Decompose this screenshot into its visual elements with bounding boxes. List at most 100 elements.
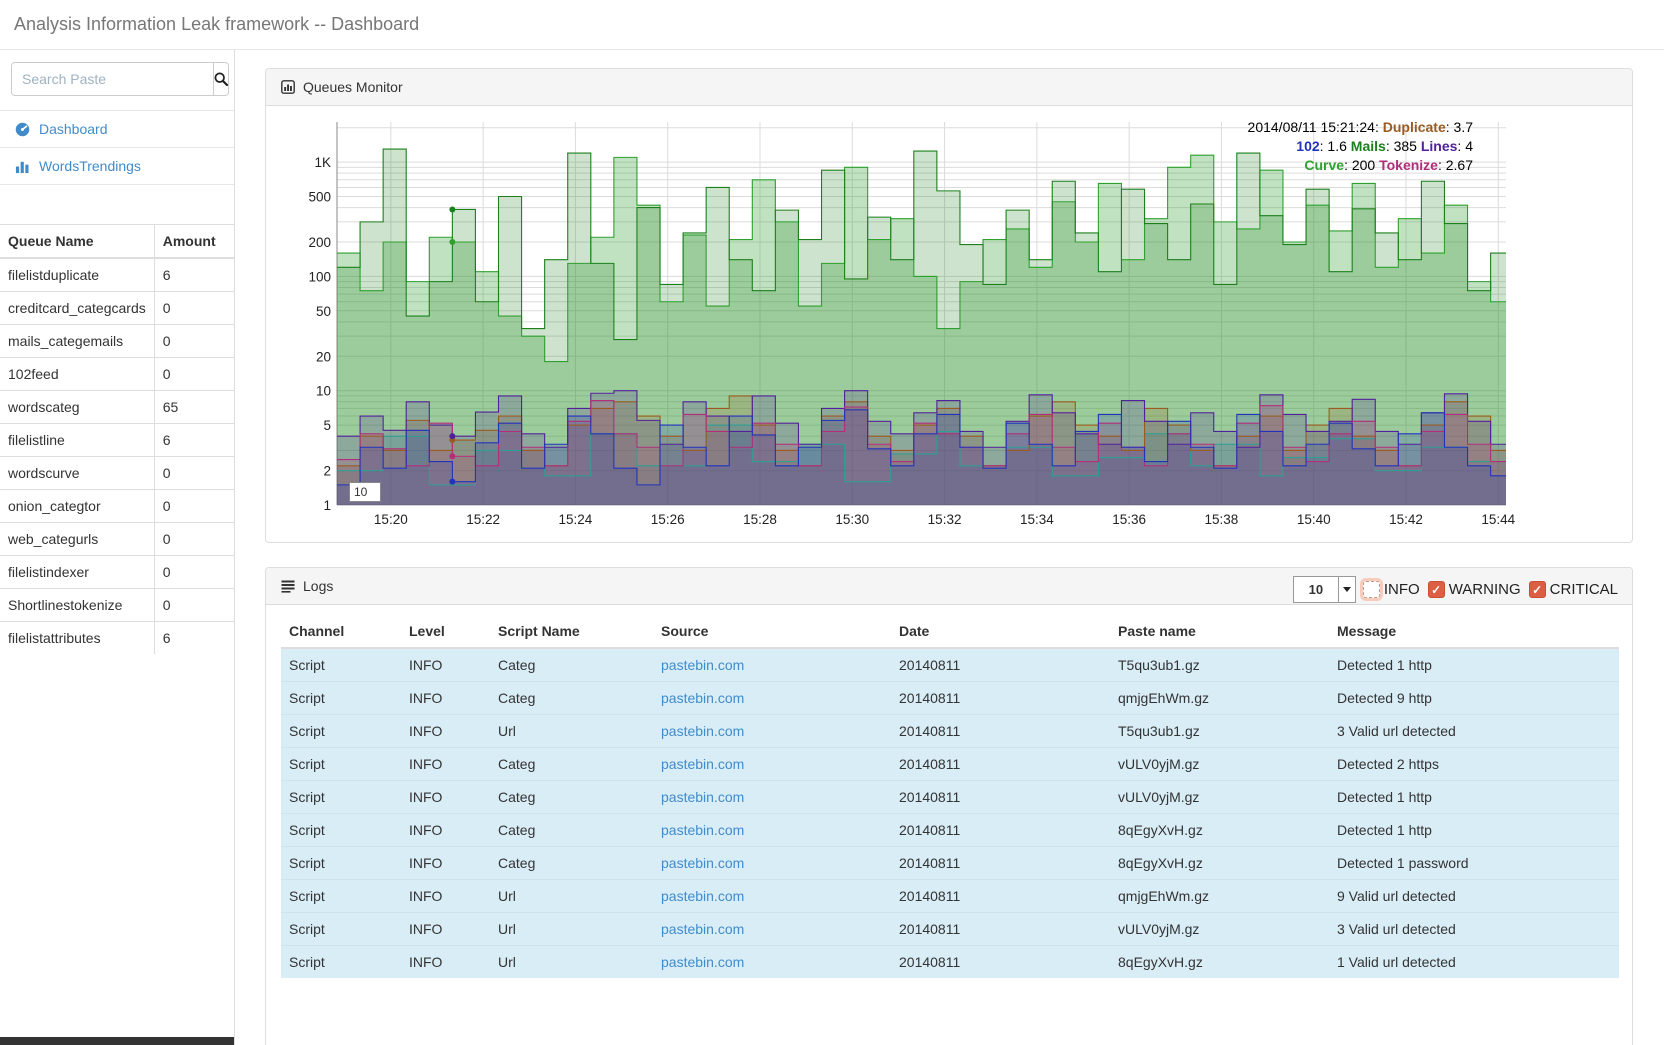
log-cell: Categ	[490, 682, 653, 715]
queues-chart[interactable]: 15:2015:2215:2415:2615:2815:3015:3215:34…	[281, 116, 1521, 530]
svg-text:100: 100	[308, 269, 331, 284]
log-cell: 8qEgyXvH.gz	[1110, 946, 1329, 979]
warning-filter[interactable]: ✓WARNING	[1428, 581, 1521, 598]
source-link[interactable]: pastebin.com	[661, 657, 744, 673]
queue-cell: 0	[154, 292, 235, 325]
page-size-value: 10	[1294, 582, 1338, 597]
queue-cell: 6	[154, 424, 235, 457]
log-cell: 9 Valid url detected	[1329, 880, 1619, 913]
log-cell: pastebin.com	[653, 682, 891, 715]
svg-text:15:40: 15:40	[1297, 512, 1331, 527]
panel-title: Logs	[303, 578, 333, 594]
queues-monitor-heading: Queues Monitor	[266, 69, 1632, 106]
log-row: ScriptINFOUrlpastebin.com201408118qEgyXv…	[281, 946, 1619, 979]
logs-column-header: Paste name	[1110, 615, 1329, 648]
info-checkbox[interactable]	[1363, 581, 1380, 598]
log-cell: 20140811	[891, 814, 1110, 847]
log-cell: Script	[281, 814, 401, 847]
log-cell: Script	[281, 715, 401, 748]
queue-row: onion_categtor0	[0, 490, 235, 523]
source-link[interactable]: pastebin.com	[661, 756, 744, 772]
log-cell: 8qEgyXvH.gz	[1110, 814, 1329, 847]
log-level-filters: INFO ✓WARNING ✓CRITICAL	[1363, 581, 1618, 598]
queue-row: creditcard_categcards0	[0, 292, 235, 325]
tachometer-icon	[15, 122, 30, 137]
log-row: ScriptINFOUrlpastebin.com20140811vULV0yj…	[281, 913, 1619, 946]
sidebar-item-dashboard[interactable]: Dashboard	[0, 110, 234, 147]
log-cell: Script	[281, 880, 401, 913]
log-cell: Script	[281, 781, 401, 814]
logs-column-header: Channel	[281, 615, 401, 648]
queue-row: 102feed0	[0, 358, 235, 391]
log-cell: 20140811	[891, 847, 1110, 880]
log-cell: Detected 2 https	[1329, 748, 1619, 781]
log-cell: INFO	[401, 648, 490, 682]
warning-checkbox[interactable]: ✓	[1428, 581, 1445, 598]
log-cell: INFO	[401, 880, 490, 913]
queue-row: filelistduplicate6	[0, 258, 235, 292]
search-form	[11, 62, 223, 96]
log-row: ScriptINFOCategpastebin.com201408118qEgy…	[281, 814, 1619, 847]
log-cell: 20140811	[891, 781, 1110, 814]
log-cell: INFO	[401, 715, 490, 748]
svg-text:15:30: 15:30	[835, 512, 869, 527]
svg-text:15:26: 15:26	[651, 512, 685, 527]
panel-title: Queues Monitor	[303, 79, 403, 95]
critical-checkbox[interactable]: ✓	[1529, 581, 1546, 598]
queue-cell: mails_categemails	[0, 325, 154, 358]
log-cell: 20140811	[891, 715, 1110, 748]
chevron-down-icon	[1338, 577, 1355, 602]
source-link[interactable]: pastebin.com	[661, 723, 744, 739]
main-content: Queues Monitor 15:2015:2215:2415:2615:28…	[235, 50, 1664, 1045]
log-row: ScriptINFOCategpastebin.com20140811T5qu3…	[281, 648, 1619, 682]
info-filter[interactable]: INFO	[1363, 581, 1420, 598]
svg-text:15:36: 15:36	[1112, 512, 1146, 527]
svg-text:15:38: 15:38	[1205, 512, 1239, 527]
roller-input[interactable]	[349, 482, 381, 502]
source-link[interactable]: pastebin.com	[661, 789, 744, 805]
source-link[interactable]: pastebin.com	[661, 954, 744, 970]
log-cell: Script	[281, 847, 401, 880]
source-link[interactable]: pastebin.com	[661, 855, 744, 871]
log-cell: Categ	[490, 781, 653, 814]
log-cell: Detected 1 http	[1329, 648, 1619, 682]
log-cell: Url	[490, 880, 653, 913]
log-cell: 20140811	[891, 748, 1110, 781]
navbar: Analysis Information Leak framework -- D…	[0, 0, 1664, 50]
source-link[interactable]: pastebin.com	[661, 921, 744, 937]
log-cell: Url	[490, 715, 653, 748]
logs-heading: Logs 10 INFO ✓WARNING ✓CRITICAL	[266, 568, 1632, 605]
log-cell: INFO	[401, 847, 490, 880]
log-cell: Script	[281, 682, 401, 715]
log-cell: 3 Valid url detected	[1329, 715, 1619, 748]
queue-table: Queue Name Amount filelistduplicate6cred…	[0, 224, 235, 654]
queue-cell: filelistduplicate	[0, 258, 154, 292]
svg-text:15:42: 15:42	[1389, 512, 1423, 527]
queue-cell: Shortlinestokenize	[0, 589, 154, 622]
svg-text:5: 5	[323, 418, 331, 433]
log-cell: Detected 1 http	[1329, 814, 1619, 847]
search-button[interactable]	[214, 62, 229, 96]
search-input[interactable]	[11, 62, 214, 96]
svg-text:1: 1	[323, 498, 331, 513]
log-row: ScriptINFOCategpastebin.com201408118qEgy…	[281, 847, 1619, 880]
log-cell: Script	[281, 913, 401, 946]
log-cell: 20140811	[891, 648, 1110, 682]
log-cell: vULV0yjM.gz	[1110, 781, 1329, 814]
queue-cell: filelistattributes	[0, 622, 154, 655]
queue-row: filelistindexer0	[0, 556, 235, 589]
page-size-select[interactable]: 10	[1293, 576, 1356, 603]
log-cell: 1 Valid url detected	[1329, 946, 1619, 979]
sidebar-bottom-strip	[0, 1037, 234, 1045]
svg-text:15:34: 15:34	[1020, 512, 1054, 527]
log-cell: pastebin.com	[653, 946, 891, 979]
source-link[interactable]: pastebin.com	[661, 888, 744, 904]
log-cell: Script	[281, 946, 401, 979]
log-cell: T5qu3ub1.gz	[1110, 648, 1329, 682]
log-cell: Url	[490, 913, 653, 946]
queue-table-header-name: Queue Name	[0, 225, 154, 259]
source-link[interactable]: pastebin.com	[661, 822, 744, 838]
critical-filter[interactable]: ✓CRITICAL	[1529, 581, 1618, 598]
source-link[interactable]: pastebin.com	[661, 690, 744, 706]
sidebar-item-wordstrendings[interactable]: WordsTrendings	[0, 147, 234, 185]
